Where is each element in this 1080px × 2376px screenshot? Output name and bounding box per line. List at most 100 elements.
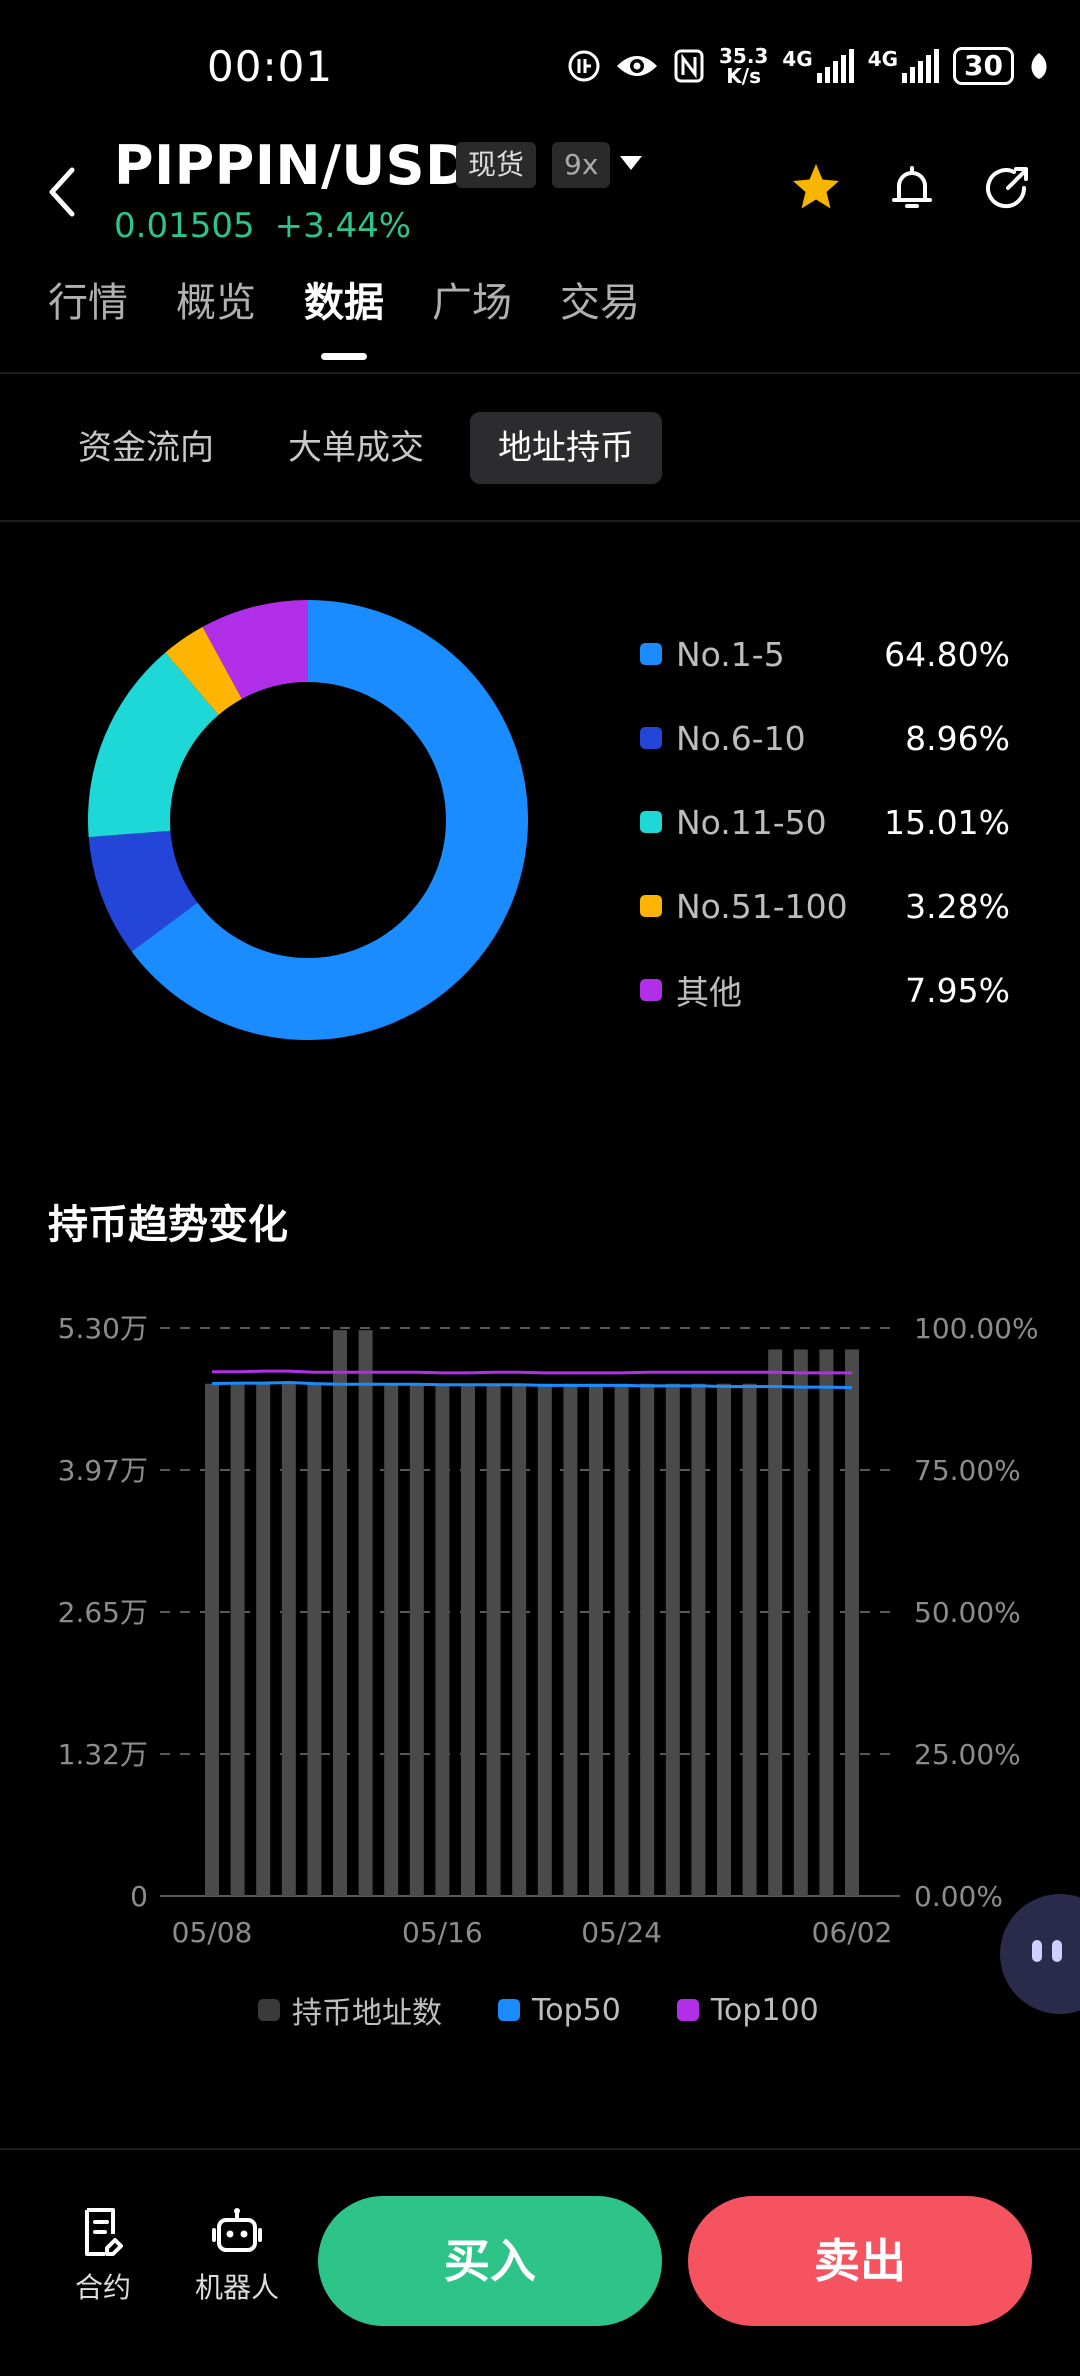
contract-icon (85, 2208, 123, 2256)
subtab-large-orders[interactable]: 大单成交 (260, 412, 452, 484)
bar (256, 1383, 271, 1896)
legend-value: 3.28% (905, 886, 1010, 926)
subtab-address-holdings[interactable]: 地址持币 (470, 412, 662, 484)
bar (563, 1383, 578, 1896)
legend-label: No.51-100 (676, 886, 848, 926)
bar (461, 1383, 475, 1896)
bell-icon[interactable] (882, 158, 942, 218)
legend-value: 7.95% (905, 970, 1010, 1010)
bar (691, 1383, 706, 1896)
bar (537, 1383, 552, 1896)
share-icon[interactable] (978, 158, 1038, 218)
tab-data[interactable]: 数据 (304, 270, 384, 360)
trend-legend-label: Top100 (710, 1992, 819, 2028)
contract-label: 合约 (74, 2271, 131, 2304)
y2-tick-label: 50.00% (914, 1596, 1021, 1629)
robot-icon (212, 2208, 262, 2252)
x-tick-label: 05/24 (581, 1916, 662, 1949)
status-bar: 00:01 35.3 K/s 4G 4G 30 (0, 0, 1080, 130)
data-saver-icon (568, 50, 600, 82)
buy-button[interactable]: 买入 (318, 2196, 662, 2326)
trend-legend: 持币地址数 Top50 Top100 (258, 1988, 819, 2032)
trend-legend-label: 持币地址数 (292, 1996, 442, 2031)
legend-swatch (640, 811, 662, 833)
leaf-icon (1031, 53, 1047, 79)
tab-market[interactable]: 行情 (48, 270, 128, 360)
assistant-eye (1032, 1940, 1042, 1962)
bar (512, 1383, 527, 1896)
sell-button[interactable]: 卖出 (688, 2196, 1032, 2326)
subtab-fund-flow[interactable]: 资金流向 (50, 412, 242, 484)
bar (768, 1349, 783, 1896)
main-tabs: 行情 概览 数据 广场 交易 (48, 270, 640, 360)
legend-item: 其他 7.95% (640, 948, 1010, 1032)
price-row: 0.01505 +3.44% (114, 206, 411, 246)
trend-legend-item[interactable]: Top50 (498, 1988, 621, 2032)
tabs-divider (0, 372, 1080, 374)
legend-value: 8.96% (905, 718, 1010, 758)
bar (793, 1349, 808, 1896)
trend-title: 持币趋势变化 (48, 1202, 288, 1248)
legend-label: No.1-5 (676, 634, 785, 674)
bar (845, 1349, 859, 1896)
series-line-Top100 (212, 1369, 852, 1375)
last-price: 0.01505 (114, 206, 255, 246)
tab-trade[interactable]: 交易 (560, 270, 640, 360)
status-icons: 35.3 K/s 4G 4G 30 (567, 46, 1050, 86)
y2-tick-label: 0.00% (914, 1880, 1003, 1913)
trend-legend-item[interactable]: Top100 (676, 1988, 819, 2032)
y-tick-label: 5.30万 (58, 1312, 148, 1345)
signal-icon-2 (902, 49, 940, 83)
contract-button[interactable]: 合约 (48, 2206, 158, 2306)
bar (486, 1383, 501, 1896)
net-speed: 35.3 K/s (718, 44, 769, 88)
bar (717, 1383, 731, 1896)
back-icon[interactable] (42, 162, 82, 222)
legend-label: No.6-10 (676, 718, 806, 758)
tab-overview[interactable]: 概览 (176, 270, 256, 360)
y-tick-label: 0 (130, 1880, 148, 1913)
assistant-eye (1052, 1940, 1062, 1962)
y2-tick-label: 100.00% (914, 1312, 1039, 1345)
trend-legend-item[interactable]: 持币地址数 (258, 1988, 442, 2032)
bar (742, 1383, 757, 1896)
pair-title[interactable]: PIPPIN/USDT (114, 134, 508, 197)
bar (333, 1330, 347, 1896)
legend-swatch (640, 979, 662, 1001)
star-icon[interactable] (786, 158, 846, 218)
holding-trend-chart: 0 0.00% 1.32万 25.00% 2.65万 50.00% 3.97万 75.00% 5… (58, 1312, 1039, 1949)
header: PIPPIN/USDT 现货 9x 0.01505 +3.44% (0, 130, 1080, 260)
trend-legend-label: Top50 (532, 1992, 621, 2028)
bar (819, 1349, 834, 1896)
robot-label: 机器人 (194, 2271, 279, 2304)
bar (640, 1383, 655, 1896)
bar (409, 1383, 424, 1896)
legend-item: No.51-100 3.28% (640, 864, 1010, 948)
tab-square[interactable]: 广场 (432, 270, 512, 360)
legend-item: No.11-50 15.01% (640, 780, 1010, 864)
y2-tick-label: 75.00% (914, 1454, 1021, 1487)
bar (384, 1383, 399, 1896)
bottom-action-bar: 合约 机器人 买入 卖出 (0, 2148, 1080, 2376)
legend-swatch (676, 1999, 699, 2021)
y-tick-label: 1.32万 (58, 1738, 148, 1771)
robot-button[interactable]: 机器人 (182, 2206, 292, 2306)
nfc-icon (674, 49, 704, 83)
bar (435, 1383, 450, 1896)
bar (614, 1383, 629, 1896)
chevron-down-icon[interactable] (620, 156, 642, 170)
legend-item: No.6-10 8.96% (640, 696, 1010, 780)
legend-swatch (640, 895, 662, 917)
legend-swatch (640, 643, 662, 665)
y2-tick-label: 25.00% (914, 1738, 1021, 1771)
status-time: 00:01 (207, 42, 334, 91)
legend-swatch (498, 1999, 520, 2021)
y-tick-label: 3.97万 (58, 1454, 148, 1487)
x-tick-label: 05/16 (402, 1916, 483, 1949)
bar (230, 1383, 245, 1896)
legend-value: 64.80% (884, 634, 1010, 674)
market-tag: 现货 (456, 142, 537, 188)
bar (665, 1383, 680, 1896)
legend-swatch (640, 727, 662, 749)
subtabs-divider (0, 520, 1080, 522)
